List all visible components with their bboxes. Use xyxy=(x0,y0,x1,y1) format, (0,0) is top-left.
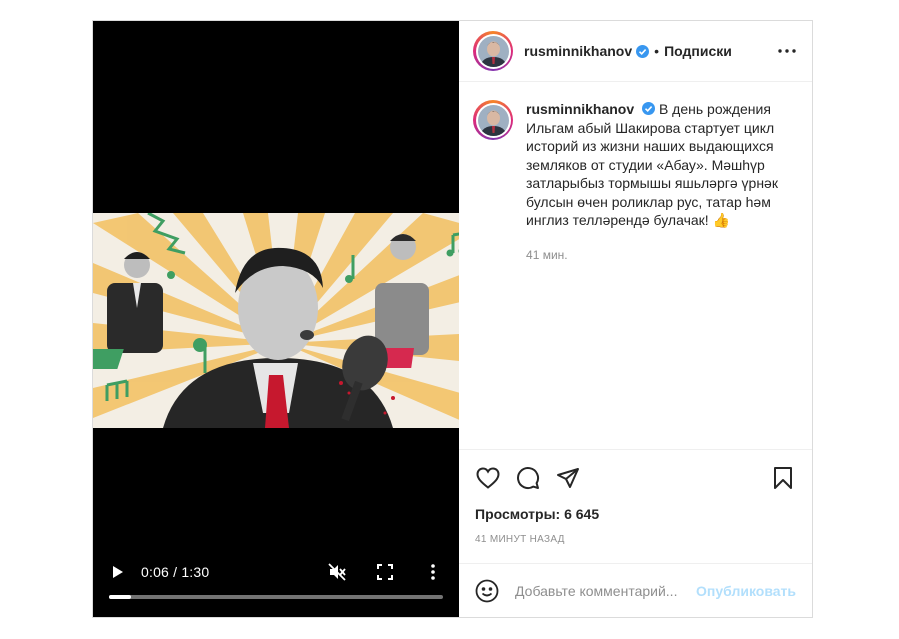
post-header: rusminnikhanov • Подписки xyxy=(459,21,812,82)
avatar[interactable] xyxy=(473,31,514,71)
video-time: 0:06 / 1:30 xyxy=(141,564,210,580)
mute-icon[interactable] xyxy=(327,562,347,582)
share-icon[interactable] xyxy=(555,465,581,491)
video-controls: 0:06 / 1:30 xyxy=(109,557,443,587)
video-progress-bar[interactable] xyxy=(109,595,444,599)
options-icon[interactable] xyxy=(423,562,443,582)
comment-composer: Опубликовать xyxy=(459,563,812,617)
post-actions: Просмотры: 6 645 41 МИНУТ НАЗАД xyxy=(459,449,812,563)
post-timestamp[interactable]: 41 МИНУТ НАЗАД xyxy=(475,534,796,545)
caption-avatar[interactable] xyxy=(473,100,514,140)
action-bar xyxy=(475,462,796,494)
publish-button[interactable]: Опубликовать xyxy=(696,583,796,599)
caption-content: rusminnikhanov В день рождения Ильгам аб… xyxy=(526,100,786,230)
comment-icon[interactable] xyxy=(515,465,541,491)
post-sidebar: rusminnikhanov • Подписки rusminnikhanov… xyxy=(459,21,812,617)
verified-icon xyxy=(636,44,650,58)
video-player[interactable]: 0:06 / 1:30 xyxy=(93,21,460,617)
video-thumbnail xyxy=(93,213,460,428)
view-count[interactable]: Просмотры: 6 645 xyxy=(475,506,796,522)
post-username[interactable]: rusminnikhanov xyxy=(524,43,632,59)
avatar-border xyxy=(475,33,511,69)
separator-dot: • xyxy=(654,43,660,59)
caption-avatar-photo xyxy=(477,104,509,136)
comments-area: rusminnikhanov В день рождения Ильгам аб… xyxy=(459,82,812,449)
caption-avatar-border xyxy=(475,102,511,138)
more-icon[interactable] xyxy=(776,40,798,62)
caption-username[interactable]: rusminnikhanov xyxy=(526,101,634,117)
comment-input[interactable] xyxy=(515,582,697,599)
emoji-icon[interactable] xyxy=(475,579,499,603)
bookmark-icon[interactable] xyxy=(770,465,796,491)
video-progress-fill xyxy=(109,595,132,599)
avatar-photo xyxy=(477,35,509,67)
caption-body: rusminnikhanov В день рождения Ильгам аб… xyxy=(526,100,786,264)
fullscreen-icon[interactable] xyxy=(375,562,395,582)
following-button[interactable]: Подписки xyxy=(664,43,732,59)
heart-icon[interactable] xyxy=(475,465,501,491)
instagram-post: 0:06 / 1:30 rusminnikhanov • Подписки ru… xyxy=(92,20,813,618)
verified-icon xyxy=(642,102,656,115)
video-frame[interactable] xyxy=(93,213,460,428)
caption-time[interactable]: 41 мин. xyxy=(526,246,786,265)
post-caption: rusminnikhanov В день рождения Ильгам аб… xyxy=(473,100,798,264)
caption-text: В день рождения Ильгам абый Шакирова ста… xyxy=(526,101,778,228)
play-icon[interactable] xyxy=(109,563,127,581)
